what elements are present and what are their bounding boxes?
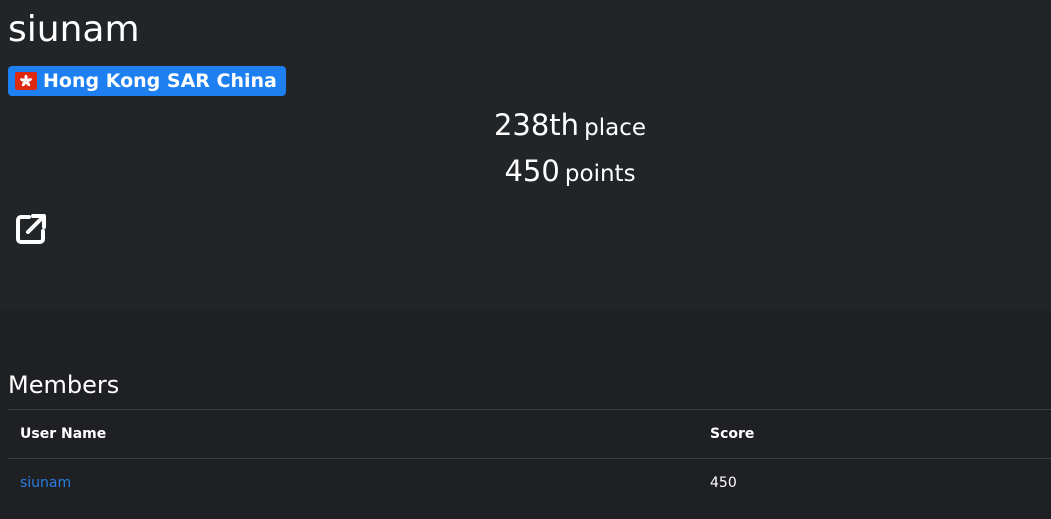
score-cell: 450 — [710, 475, 737, 491]
team-place: 238th place — [0, 104, 1051, 151]
members-heading: Members — [8, 371, 120, 399]
table-row: siunam 450 — [8, 459, 1051, 507]
points-label: points — [564, 161, 636, 187]
user-name-cell: siunam — [20, 459, 71, 507]
team-header: siunam Hong Kong SAR China 238th place 4… — [0, 0, 1051, 311]
country-name: Hong Kong SAR China — [43, 70, 277, 92]
hong-kong-flag-icon — [15, 72, 37, 90]
member-link[interactable]: siunam — [20, 475, 71, 491]
team-name: siunam — [8, 9, 140, 50]
place-number: 238th — [493, 108, 580, 142]
table-header-row: User Name Score — [8, 410, 1051, 459]
team-points: 450 points — [0, 150, 1051, 197]
country-badge[interactable]: Hong Kong SAR China — [8, 66, 286, 96]
members-table: User Name Score siunam 450 — [8, 409, 1051, 507]
points-number: 450 — [504, 154, 560, 188]
external-link-icon[interactable] — [14, 212, 48, 246]
column-header-score: Score — [710, 426, 755, 442]
column-header-user-name: User Name — [20, 426, 107, 442]
place-label: place — [584, 115, 647, 141]
